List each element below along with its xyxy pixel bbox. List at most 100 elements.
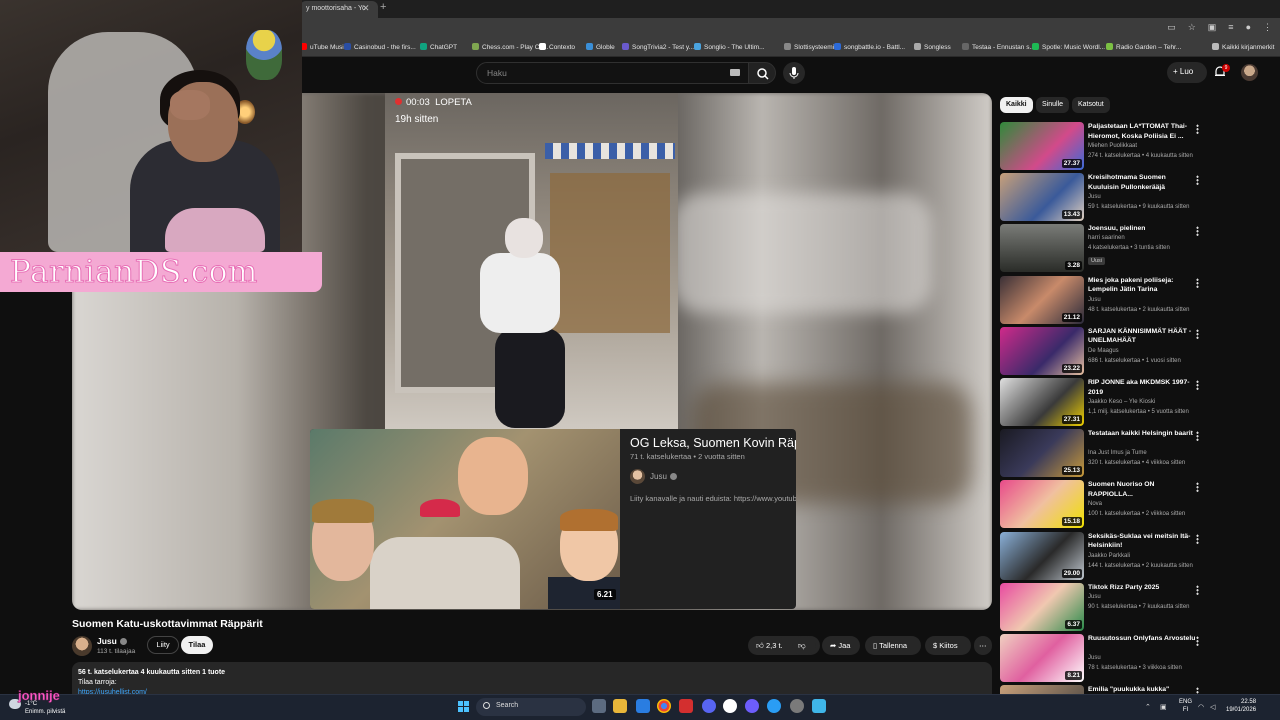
- keyboard-icon[interactable]: [730, 69, 740, 76]
- more-options-icon[interactable]: [1196, 482, 1199, 493]
- video-preview-card[interactable]: 6.21 OG Leksa, Suomen Kovin Räppäri 71 t…: [310, 429, 796, 609]
- recommendation-title[interactable]: Suomen Nuoriso ON RAPPIOLLA...: [1088, 480, 1198, 499]
- language-indicator[interactable]: ENG FI: [1179, 699, 1192, 714]
- voice-search-button[interactable]: [783, 62, 805, 84]
- chip-all[interactable]: Kaikki: [1000, 97, 1033, 113]
- app-l-icon[interactable]: [679, 699, 693, 713]
- more-options-icon[interactable]: [1196, 226, 1199, 237]
- recommendation-thumbnail[interactable]: 27.37: [1000, 122, 1084, 170]
- more-actions-button[interactable]: ⋯: [974, 636, 992, 655]
- recommendation-title[interactable]: Paljastetaan LA*TTOMAT Thai-Hieromot, Ko…: [1088, 122, 1198, 141]
- recommendation-channel[interactable]: Jusu: [1088, 194, 1101, 200]
- recommendation-channel[interactable]: Jaakko Keso – Yle Kioski: [1088, 399, 1155, 405]
- tray-expand-icon[interactable]: ⌃: [1145, 703, 1151, 711]
- subscribe-button[interactable]: Tilaa: [181, 636, 213, 654]
- bookmark-item[interactable]: Slottisysteemit: [784, 43, 836, 51]
- more-options-icon[interactable]: [1196, 175, 1199, 186]
- taskbar-search[interactable]: Search: [476, 698, 586, 716]
- chrome-icon[interactable]: [657, 699, 671, 713]
- share-button[interactable]: ➦ Jaa: [822, 636, 860, 655]
- recommendation-thumbnail[interactable]: 23.22: [1000, 326, 1084, 375]
- recommendation-item[interactable]: 27.31 RIP JONNE aka MKDMSK 1997-2019 Jaakk…: [1000, 378, 1270, 426]
- dislike-button[interactable]: 👎︎: [792, 636, 816, 655]
- star-icon[interactable]: ☆: [1188, 22, 1196, 33]
- bookmark-item[interactable]: Contexto: [539, 43, 575, 51]
- recommendation-thumbnail[interactable]: 13.43: [1000, 173, 1084, 222]
- cast-icon[interactable]: ▭: [1167, 22, 1176, 33]
- more-options-icon[interactable]: [1196, 328, 1199, 339]
- recommendation-item[interactable]: 23.22 SARJAN KÄNNISIMMÄT HÄÄT - UNELMAHÄÄ…: [1000, 326, 1270, 375]
- bookmark-item[interactable]: Songlio - The Ultim...: [694, 43, 765, 51]
- recommendation-channel[interactable]: Jusu: [1088, 297, 1101, 303]
- recommendation-thumbnail[interactable]: 27.31: [1000, 378, 1084, 426]
- app-icon[interactable]: [723, 699, 737, 713]
- recommendation-title[interactable]: Testataan kaikki Helsingin baarit: [1088, 429, 1198, 439]
- search-button[interactable]: [748, 62, 776, 84]
- recommendation-channel[interactable]: Jusu: [1088, 594, 1101, 600]
- extensions-icon[interactable]: ▣: [1208, 22, 1217, 33]
- recommendation-title[interactable]: Tiktok Rizz Party 2025: [1088, 583, 1198, 593]
- app-icon[interactable]: [812, 699, 826, 713]
- playlist-icon[interactable]: ≡: [1228, 22, 1233, 33]
- bookmark-item[interactable]: Spotle: Music Wordl...: [1032, 43, 1105, 51]
- bookmark-item[interactable]: SongTrivia2 - Test y...: [622, 43, 694, 51]
- browser-menu-icon[interactable]: ⋮: [1263, 22, 1272, 33]
- recommendation-thumbnail[interactable]: 3.28: [1000, 224, 1084, 273]
- recommendation-title[interactable]: Ruusutossun Onlyfans Arvostelu: [1088, 634, 1198, 644]
- obs-icon[interactable]: [745, 699, 759, 713]
- recommendation-item[interactable]: 6.37 Tiktok Rizz Party 2025 Jusu 90 t. kats…: [1000, 582, 1270, 631]
- preview-channel-avatar[interactable]: [630, 469, 645, 484]
- thanks-button[interactable]: $ Kiitos: [925, 636, 971, 655]
- save-button[interactable]: ▯ Tallenna: [865, 636, 921, 655]
- recommendation-item[interactable]: 27.37 Paljastetaan LA*TTOMAT Thai-Hieromo…: [1000, 122, 1270, 170]
- bookmark-item[interactable]: Kaikki kirjanmerkit: [1212, 43, 1274, 51]
- bookmark-item[interactable]: Testaa - Ennustan s...: [962, 43, 1035, 51]
- wifi-icon[interactable]: ◠: [1198, 703, 1204, 711]
- join-button[interactable]: Liity: [147, 636, 179, 654]
- tab-close-icon[interactable]: ✕: [362, 3, 370, 14]
- recommendation-title[interactable]: RIP JONNE aka MKDMSK 1997-2019: [1088, 378, 1198, 397]
- discord-icon[interactable]: [702, 699, 716, 713]
- create-button[interactable]: + Luo: [1167, 62, 1207, 83]
- clock[interactable]: 22.58 19/01/2026: [1226, 699, 1256, 714]
- recommendation-channel[interactable]: Jaakko Parkkali: [1088, 553, 1130, 559]
- recommendation-item[interactable]: 3.28 Joensuu, pielinen harri saarinen 4 kat…: [1000, 224, 1270, 273]
- recommendation-thumbnail[interactable]: 25.13: [1000, 429, 1084, 478]
- recommendation-channel[interactable]: harri saarinen: [1088, 235, 1125, 241]
- bookmark-item[interactable]: songbattle.io - Battl...: [834, 43, 905, 51]
- more-options-icon[interactable]: [1196, 277, 1199, 288]
- more-options-icon[interactable]: [1196, 636, 1199, 646]
- file-explorer-icon[interactable]: [613, 699, 627, 713]
- recommendation-item[interactable]: 15.18 Suomen Nuoriso ON RAPPIOLLA... Nova 1…: [1000, 480, 1270, 529]
- tray-app-icon[interactable]: ▣: [1160, 703, 1167, 711]
- chip-watched[interactable]: Katsotut: [1072, 97, 1110, 113]
- more-options-icon[interactable]: [1196, 584, 1199, 595]
- chip-for-you[interactable]: Sinulle: [1036, 97, 1070, 113]
- app-icon[interactable]: [767, 699, 781, 713]
- bookmark-item[interactable]: Casinobud - the firs...: [344, 43, 416, 51]
- more-options-icon[interactable]: [1196, 124, 1199, 134]
- new-tab-icon[interactable]: +: [380, 1, 386, 13]
- recommendation-channel[interactable]: Ina Just Imus ja Tume: [1088, 450, 1147, 456]
- more-options-icon[interactable]: [1196, 431, 1199, 442]
- recommendation-item[interactable]: 8.21 Ruusutossun Onlyfans Arvostelu Jusu 78…: [1000, 634, 1270, 682]
- account-avatar[interactable]: [1241, 64, 1258, 81]
- recommendation-channel[interactable]: Miehen Puolikkaat: [1088, 143, 1137, 149]
- preview-thumbnail[interactable]: 6.21: [310, 429, 620, 609]
- recommendation-title[interactable]: Kreisihotmama Suomen Kuuluisin Pullonker…: [1088, 173, 1198, 192]
- recommendation-item[interactable]: 13.43 Kreisihotmama Suomen Kuuluisin Pull…: [1000, 173, 1270, 222]
- app-icon[interactable]: [790, 699, 804, 713]
- recommendation-channel[interactable]: De Maagus: [1088, 348, 1119, 354]
- channel-avatar[interactable]: [72, 636, 92, 656]
- recommendation-channel[interactable]: Nova: [1088, 501, 1102, 507]
- recommendation-thumbnail[interactable]: 15.18: [1000, 480, 1084, 529]
- recommendation-item[interactable]: 29.00 Seksikäs-Suklaa vei meitsin Itä-Hel…: [1000, 531, 1270, 580]
- bookmark-item[interactable]: Radio Garden – Tehr...: [1106, 43, 1181, 51]
- bookmark-item[interactable]: Chess.com - Play Ch...: [472, 43, 548, 51]
- profile-icon[interactable]: ●: [1246, 22, 1251, 33]
- recommendation-title[interactable]: Mies joka pakeni poliiseja: Lempelin Jät…: [1088, 276, 1198, 295]
- preview-channel-name[interactable]: Jusu: [650, 472, 677, 481]
- bookmark-item[interactable]: Songless: [914, 43, 951, 51]
- preview-title[interactable]: OG Leksa, Suomen Kovin Räppäri: [630, 436, 796, 450]
- recommendation-thumbnail[interactable]: 6.37: [1000, 582, 1084, 631]
